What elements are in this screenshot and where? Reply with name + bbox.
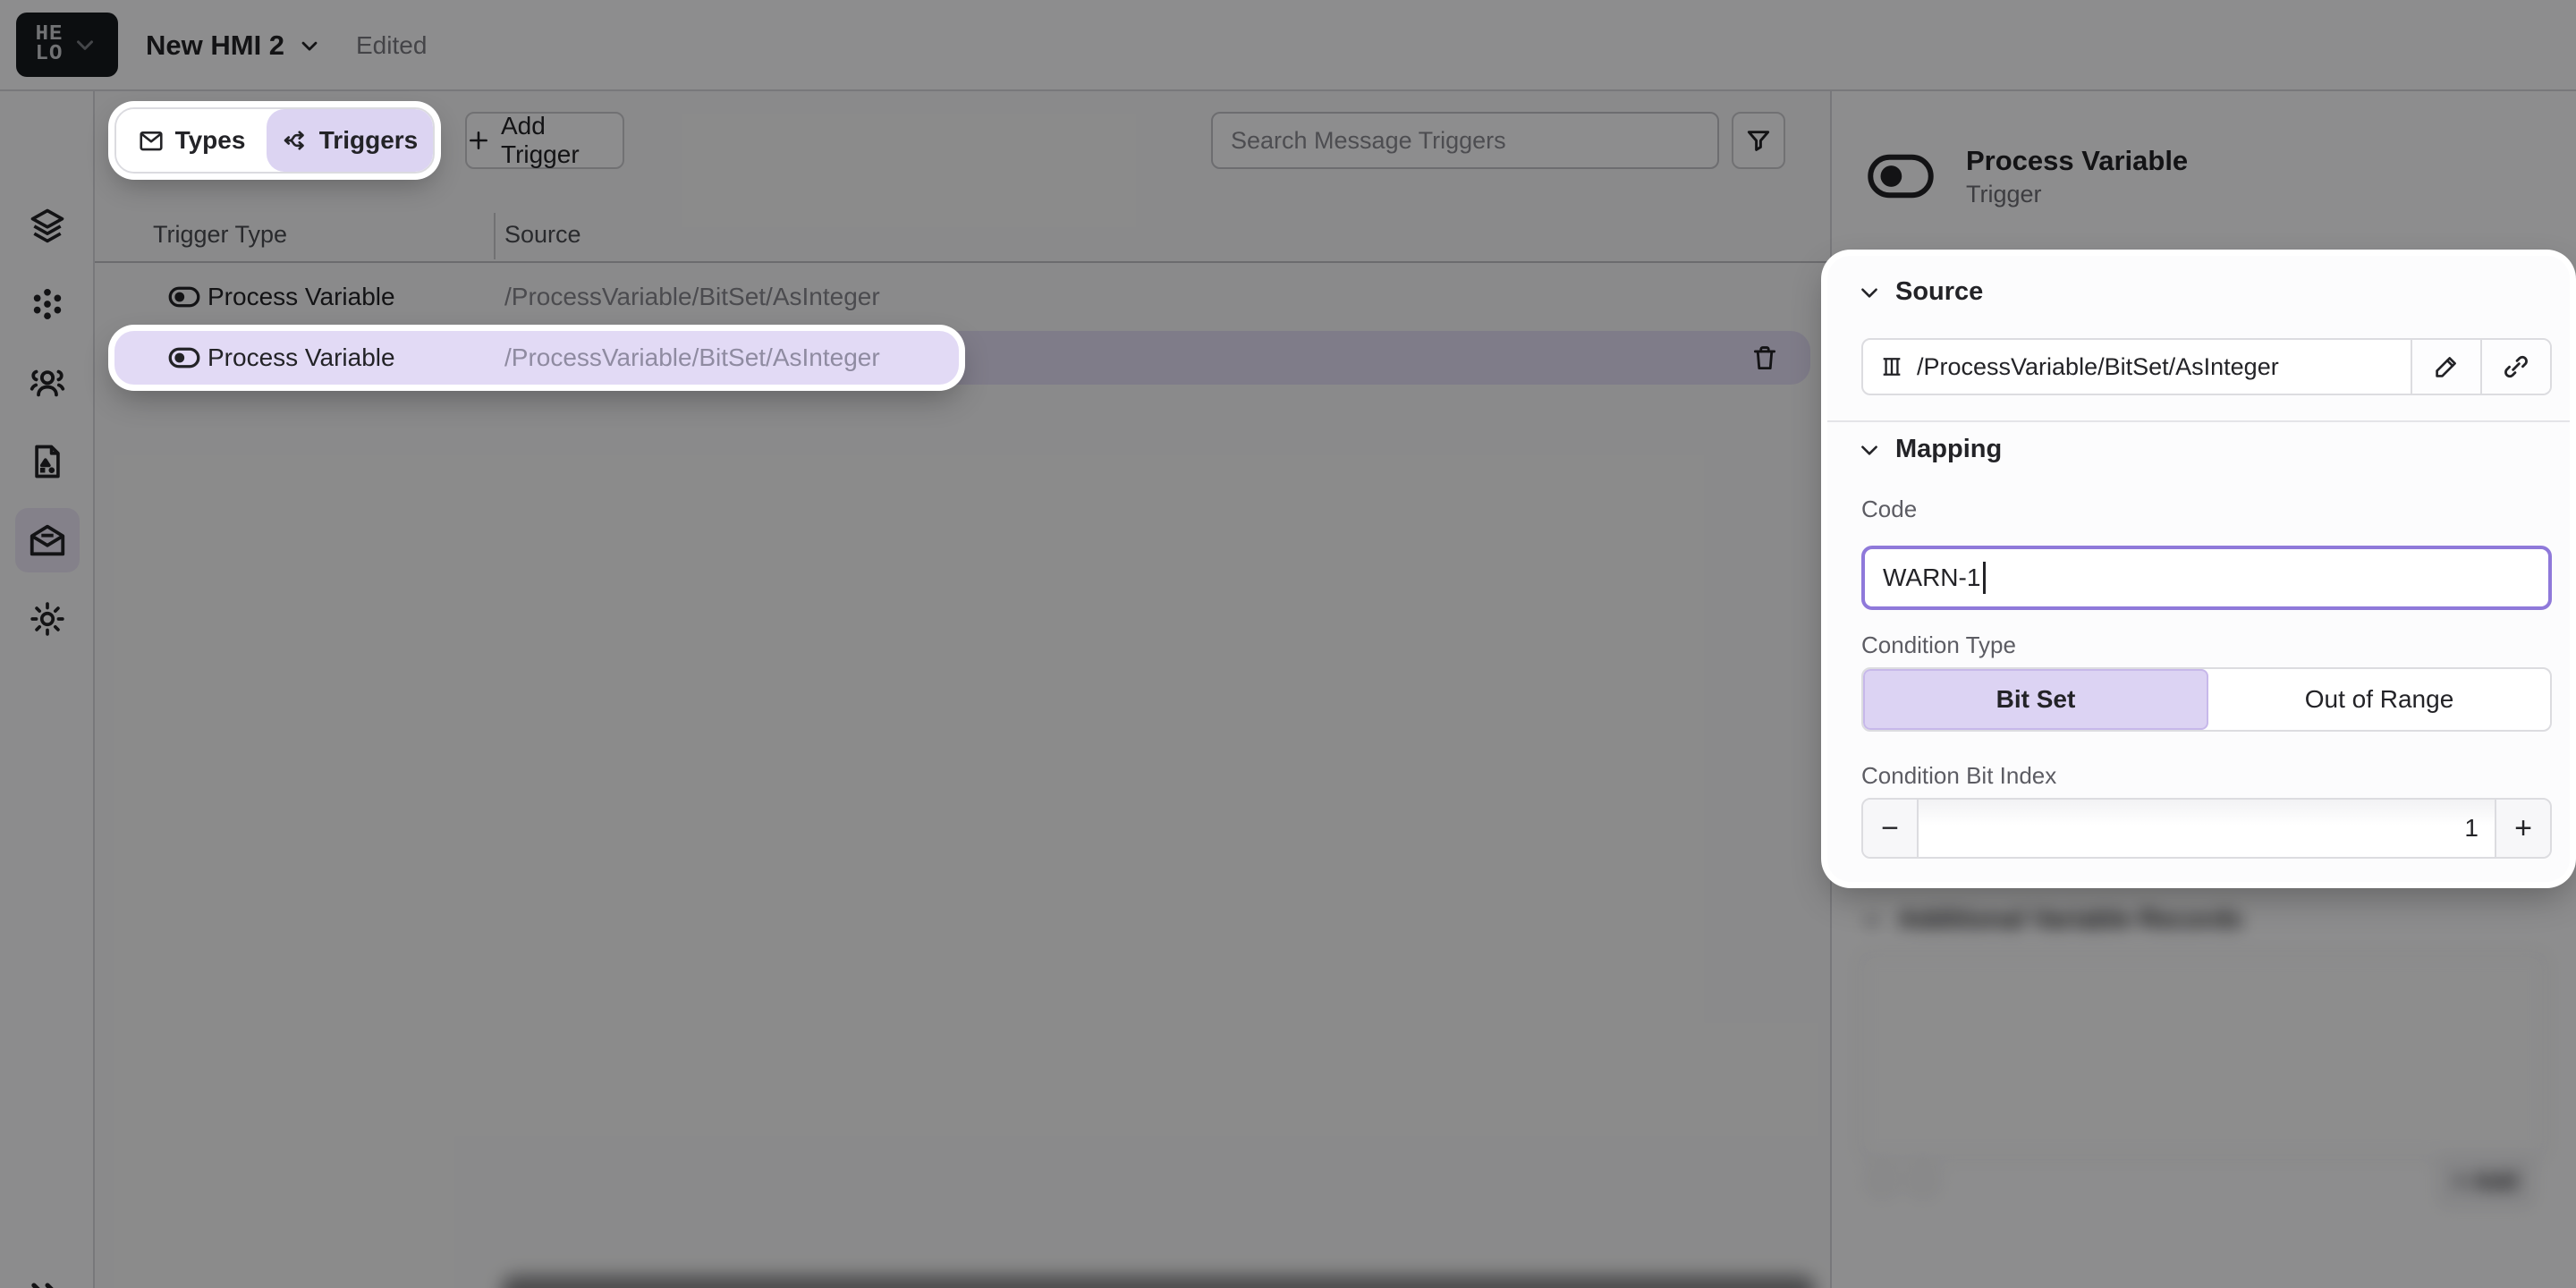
increment-button[interactable]: + (2495, 800, 2550, 857)
trigger-type-cell: Process Variable (208, 331, 395, 385)
app-window: HE LO New HMI 2 Edited Save Project Prev… (0, 0, 2576, 1288)
condition-type-label: Condition Type (1861, 631, 2016, 659)
segment-bit-set[interactable]: Bit Set (1863, 669, 2208, 730)
bit-index-stepper: − 1 + (1861, 798, 2552, 859)
mapping-section-header[interactable]: Mapping (1858, 435, 2002, 464)
source-path-group: /ProcessVariable/BitSet/AsInteger (1861, 338, 2552, 395)
edit-source-button[interactable] (2411, 340, 2480, 394)
condition-bit-index-label: Condition Bit Index (1861, 762, 2056, 790)
variable-columns-icon (1879, 354, 1904, 379)
code-value: WARN-1 (1883, 564, 1980, 592)
source-section-header[interactable]: Source (1858, 277, 1983, 307)
link-source-button[interactable] (2480, 340, 2550, 394)
tab-types[interactable]: Types (116, 109, 267, 172)
selected-row-spotlight[interactable]: Process Variable /ProcessVariable/BitSet… (114, 331, 959, 385)
source-path-field[interactable]: /ProcessVariable/BitSet/AsInteger (1863, 340, 2411, 394)
segment-out-of-range[interactable]: Out of Range (2208, 669, 2550, 730)
condition-type-segmented-control: Bit Set Out of Range (1861, 667, 2552, 732)
bit-index-value[interactable]: 1 (1919, 800, 2495, 857)
trigger-config-card: Source /ProcessVariable/BitSet/AsInteger (1827, 256, 2570, 882)
decrement-button[interactable]: − (1863, 800, 1919, 857)
trigger-split-arrows-icon (282, 127, 309, 154)
section-divider (1827, 420, 2570, 422)
code-input[interactable]: WARN-1 (1861, 546, 2552, 610)
code-label: Code (1861, 496, 1917, 523)
chevron-down-icon (1858, 281, 1881, 304)
source-cell: /ProcessVariable/BitSet/AsInteger (504, 331, 880, 385)
tab-triggers[interactable]: Triggers (267, 109, 433, 172)
toggle-icon (168, 345, 200, 370)
view-tab-group: Types Triggers (114, 107, 435, 174)
link-icon (2502, 352, 2530, 381)
pencil-icon (2432, 352, 2461, 381)
chevron-down-icon (1858, 438, 1881, 462)
text-caret (1983, 562, 1986, 594)
envelope-icon (138, 127, 165, 154)
